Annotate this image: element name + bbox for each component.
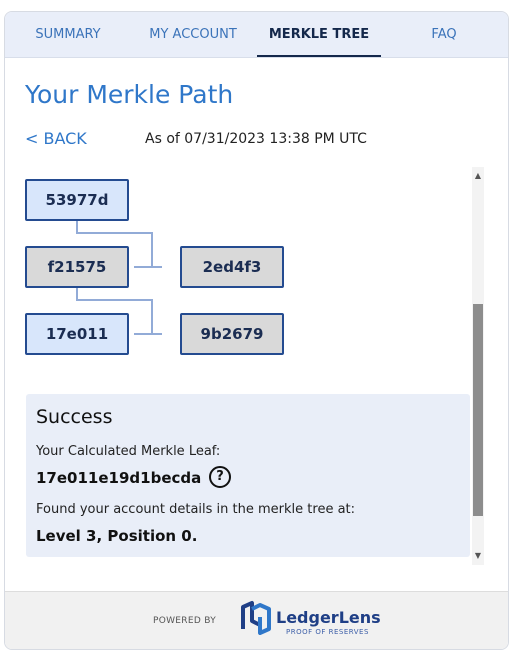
scrollbar[interactable]: ▲ ▼ xyxy=(472,167,484,565)
ledgerlens-logo-icon xyxy=(241,601,271,635)
connector-line xyxy=(151,232,153,267)
brand-name: LedgerLens xyxy=(276,608,381,627)
back-link[interactable]: < BACK xyxy=(25,129,87,148)
merkle-node-level2-left: f21575 xyxy=(25,246,129,288)
connector-line xyxy=(134,266,162,268)
scroll-down-arrow-icon[interactable]: ▼ xyxy=(472,551,484,561)
merkle-node-level3-left: 17e011 xyxy=(25,313,129,355)
calculated-leaf-label: Your Calculated Merkle Leaf: xyxy=(36,444,221,459)
as-of-timestamp: As of 07/31/2023 13:38 PM UTC xyxy=(145,131,367,147)
scrollbar-thumb[interactable] xyxy=(473,304,483,516)
tab-merkle-tree[interactable]: MERKLE TREE xyxy=(257,12,381,57)
success-title: Success xyxy=(36,406,113,428)
tab-bar: SUMMARY MY ACCOUNT MERKLE TREE FAQ xyxy=(5,12,508,58)
app-card: SUMMARY MY ACCOUNT MERKLE TREE FAQ Your … xyxy=(4,11,509,650)
connector-line xyxy=(134,333,162,335)
brand-tagline: PROOF OF RESERVES xyxy=(286,628,369,636)
connector-line xyxy=(151,299,153,334)
tree-position-value: Level 3, Position 0. xyxy=(36,527,198,545)
connector-line xyxy=(76,232,152,234)
merkle-node-level2-right: 2ed4f3 xyxy=(180,246,284,288)
powered-by-label: POWERED BY xyxy=(153,616,217,626)
found-location-label: Found your account details in the merkle… xyxy=(36,502,356,517)
tab-faq[interactable]: FAQ xyxy=(381,12,507,57)
merkle-leaf-value: 17e011e19d1becda xyxy=(36,469,202,487)
tab-summary[interactable]: SUMMARY xyxy=(5,12,131,57)
merkle-node-root: 53977d xyxy=(25,179,129,221)
tab-my-account[interactable]: MY ACCOUNT xyxy=(131,12,255,57)
footer: POWERED BY LedgerLens PROOF OF RESERVES xyxy=(5,591,508,649)
success-panel: Success Your Calculated Merkle Leaf: 17e… xyxy=(26,394,470,557)
merkle-node-level3-right: 9b2679 xyxy=(180,313,284,355)
help-icon[interactable]: ? xyxy=(209,466,231,488)
page-title: Your Merkle Path xyxy=(25,80,234,109)
connector-line xyxy=(76,299,152,301)
scroll-up-arrow-icon[interactable]: ▲ xyxy=(472,171,484,181)
